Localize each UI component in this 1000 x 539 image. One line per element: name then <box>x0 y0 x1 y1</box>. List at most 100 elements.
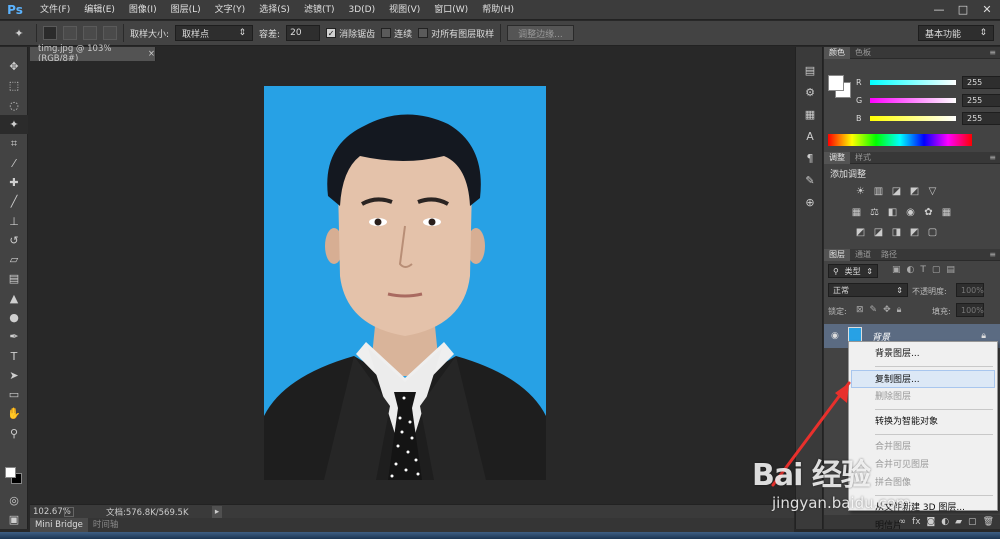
properties-icon[interactable]: ⚙ <box>796 81 824 103</box>
color-balance-icon[interactable]: ⚖ <box>868 206 881 218</box>
shape-tool-icon[interactable]: ▭ <box>0 385 28 404</box>
tab-timeline[interactable]: 时间轴 <box>88 518 124 532</box>
maximize-button[interactable]: □ <box>954 1 972 17</box>
healing-brush-tool-icon[interactable]: ✚ <box>0 173 28 192</box>
quick-mask-icon[interactable]: ◎ <box>0 491 28 510</box>
tab-adjustments[interactable]: 调整 <box>824 151 850 164</box>
actions-icon[interactable]: ▦ <box>796 103 824 125</box>
eyedropper-tool-icon[interactable]: ⁄ <box>0 153 28 172</box>
color-swatches[interactable] <box>5 467 23 485</box>
menu-select[interactable]: 选择(S) <box>252 0 297 20</box>
hand-tool-icon[interactable]: ✋ <box>0 404 28 423</box>
paragraph-icon[interactable]: ¶ <box>796 147 824 169</box>
lasso-tool-icon[interactable]: ◌ <box>0 96 28 115</box>
layer-lock-icon[interactable]: 🔒︎ <box>981 331 986 341</box>
posterize-icon[interactable]: ◪ <box>872 226 885 238</box>
exposure-icon[interactable]: ◩ <box>908 185 921 197</box>
history-brush-tool-icon[interactable]: ↺ <box>0 231 28 250</box>
lock-position-icon[interactable]: ✥ <box>883 305 891 315</box>
color-fg-swatch[interactable] <box>828 75 844 91</box>
opacity-input[interactable]: 100% <box>956 283 984 297</box>
screen-mode-icon[interactable]: ▣ <box>0 510 28 529</box>
menu-layer[interactable]: 图层(L) <box>164 0 208 20</box>
path-selection-tool-icon[interactable]: ➤ <box>0 366 28 385</box>
status-icon[interactable] <box>64 506 74 517</box>
type-tool-icon[interactable]: T <box>0 346 28 365</box>
add-selection-icon[interactable] <box>63 26 77 40</box>
menu-item-duplicate-layer[interactable]: 复制图层... <box>851 370 995 388</box>
threshold-icon[interactable]: ◨ <box>890 226 903 238</box>
panel-menu-icon[interactable]: ≡ <box>989 250 996 259</box>
contiguous-checkbox[interactable]: 连续 <box>381 27 412 40</box>
zoom-level[interactable]: 102.67% <box>30 507 71 517</box>
visibility-eye-icon[interactable]: ◉ <box>831 331 839 341</box>
menu-edit[interactable]: 编辑(E) <box>77 0 122 20</box>
channel-mixer-icon[interactable]: ✿ <box>922 206 935 218</box>
adjustment-filter-icon[interactable]: ◐ <box>907 265 915 275</box>
curves-icon[interactable]: ◪ <box>890 185 903 197</box>
tools-grip[interactable] <box>0 47 27 57</box>
subtract-selection-icon[interactable] <box>83 26 97 40</box>
hue-saturation-icon[interactable]: ▦ <box>850 206 863 218</box>
black-white-icon[interactable]: ◧ <box>886 206 899 218</box>
color-lookup-icon[interactable]: ▦ <box>940 206 953 218</box>
character-icon[interactable]: A <box>796 125 824 147</box>
blend-mode-select[interactable]: 正常 ⇕ <box>828 283 908 297</box>
clone-source-icon[interactable]: ⊕ <box>796 191 824 213</box>
crop-tool-icon[interactable]: ⌗ <box>0 134 28 153</box>
new-selection-icon[interactable] <box>43 26 57 40</box>
pen-tool-icon[interactable]: ✒ <box>0 327 28 346</box>
type-filter-icon[interactable]: T <box>920 265 926 275</box>
blur-tool-icon[interactable]: ▲ <box>0 289 28 308</box>
tab-styles[interactable]: 样式 <box>850 152 876 164</box>
fill-input[interactable]: 100% <box>956 303 984 317</box>
blue-slider[interactable] <box>870 115 956 121</box>
workspace-select[interactable]: 基本功能 ⇕ <box>918 25 994 41</box>
tab-channels[interactable]: 通道 <box>850 249 876 261</box>
menu-item-delete-layer[interactable]: 删除图层 <box>849 388 997 406</box>
menu-3d[interactable]: 3D(D) <box>341 0 382 20</box>
history-icon[interactable]: ▤ <box>796 59 824 81</box>
shape-filter-icon[interactable]: ▢ <box>932 265 941 275</box>
dodge-tool-icon[interactable]: ● <box>0 308 28 327</box>
minimize-button[interactable]: — <box>930 1 948 17</box>
tab-color[interactable]: 颜色 <box>824 46 850 59</box>
magic-wand-tool-icon[interactable]: ✦ <box>0 114 28 135</box>
smart-filter-icon[interactable]: ▤ <box>946 265 955 275</box>
selective-color-icon[interactable]: ▢ <box>926 226 939 238</box>
tab-paths[interactable]: 路径 <box>876 249 902 261</box>
panel-menu-icon[interactable]: ≡ <box>989 153 996 162</box>
lock-paint-icon[interactable]: ✎ <box>870 305 878 315</box>
menu-filter[interactable]: 滤镜(T) <box>297 0 342 20</box>
gradient-tool-icon[interactable]: ▤ <box>0 269 28 288</box>
invert-icon[interactable]: ◩ <box>854 226 867 238</box>
pixel-filter-icon[interactable]: ▣ <box>892 265 901 275</box>
red-value[interactable]: 255 <box>962 75 1000 89</box>
refine-edge-button[interactable]: 调整边缘... <box>507 25 574 41</box>
document-tab[interactable]: timg.jpg @ 103%(RGB/8#) × <box>30 44 156 64</box>
vibrance-icon[interactable]: ▽ <box>926 185 939 197</box>
close-button[interactable]: ✕ <box>978 1 996 17</box>
menu-type[interactable]: 文字(Y) <box>208 0 253 20</box>
menu-help[interactable]: 帮助(H) <box>475 0 521 20</box>
close-icon[interactable]: × <box>148 49 155 59</box>
brightness-icon[interactable]: ☀ <box>854 185 867 197</box>
antialias-checkbox[interactable]: ✓ 消除锯齿 <box>326 27 375 40</box>
menu-window[interactable]: 窗口(W) <box>427 0 475 20</box>
menu-item-convert-smart-object[interactable]: 转换为智能对象 <box>849 413 997 431</box>
marquee-tool-icon[interactable]: ⬚ <box>0 76 28 95</box>
dock-grip[interactable] <box>796 47 822 59</box>
lock-all-icon[interactable]: 🔒︎ <box>897 305 902 315</box>
blue-value[interactable]: 255 <box>962 111 1000 125</box>
move-tool-icon[interactable]: ✥ <box>0 57 28 76</box>
tab-mini-bridge[interactable]: Mini Bridge <box>30 518 88 532</box>
zoom-tool-icon[interactable]: ⚲ <box>0 424 28 443</box>
tolerance-input[interactable]: 20 <box>286 25 321 41</box>
tab-layers[interactable]: 图层 <box>824 248 850 261</box>
play-arrow-icon[interactable]: ▸ <box>212 505 222 518</box>
clone-stamp-tool-icon[interactable]: ⊥ <box>0 211 28 230</box>
all-layers-checkbox[interactable]: 对所有图层取样 <box>418 27 494 40</box>
photo-canvas[interactable] <box>264 86 546 480</box>
red-slider[interactable] <box>870 79 956 85</box>
green-slider[interactable] <box>870 97 956 103</box>
